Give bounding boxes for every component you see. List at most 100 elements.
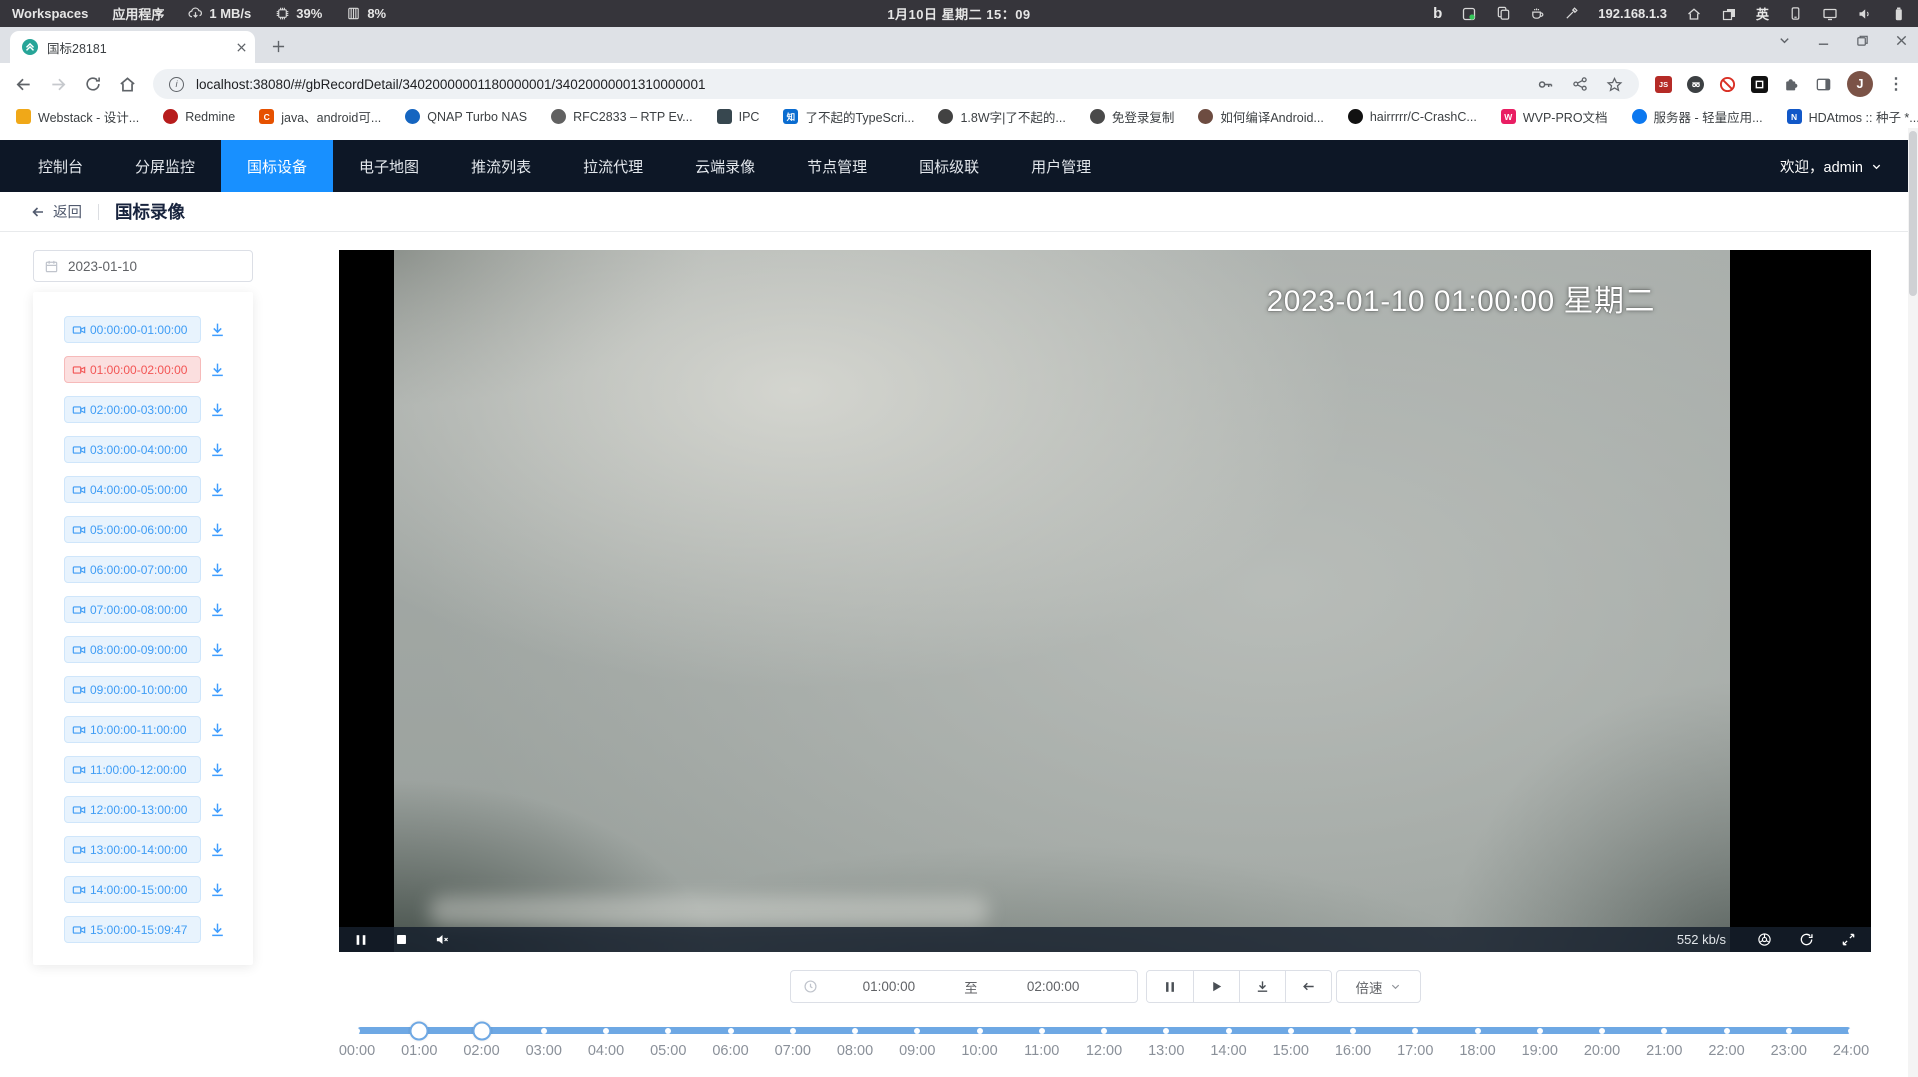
recording-slot-button[interactable]: 03:00:00-04:00:00	[64, 436, 201, 463]
bookmark-item[interactable]: QNAP Turbo NAS	[405, 109, 527, 124]
nav-tab[interactable]: 国标级联	[893, 140, 1005, 192]
nav-tab[interactable]: 拉流代理	[557, 140, 669, 192]
player-refresh-button[interactable]	[1799, 932, 1814, 947]
nav-tab[interactable]: 国标设备	[221, 140, 333, 192]
extensions-puzzle-icon[interactable]	[1783, 76, 1800, 93]
download-slot-button[interactable]	[209, 321, 226, 338]
recording-slot-button[interactable]: 06:00:00-07:00:00	[64, 556, 201, 583]
nav-tab[interactable]: 控制台	[12, 140, 109, 192]
download-slot-button[interactable]	[209, 361, 226, 378]
window-close-icon[interactable]	[1895, 34, 1908, 47]
download-slot-button[interactable]	[209, 641, 226, 658]
recording-slot-button[interactable]: 07:00:00-08:00:00	[64, 596, 201, 623]
download-slot-button[interactable]	[209, 441, 226, 458]
url-text[interactable]: localhost:38080/#/gbRecordDetail/3402000…	[196, 77, 1525, 92]
playback-speed-dropdown[interactable]: 倍速	[1336, 970, 1421, 1003]
bookmark-item[interactable]: 免登录复制	[1090, 107, 1175, 126]
blocker-extension-icon[interactable]	[1719, 76, 1736, 93]
bookmark-item[interactable]: C java、android可...	[259, 107, 381, 126]
recording-slot-button[interactable]: 04:00:00-05:00:00	[64, 476, 201, 503]
back-icon[interactable]	[14, 75, 33, 94]
download-slot-button[interactable]	[209, 761, 226, 778]
nav-tab[interactable]: 电子地图	[333, 140, 445, 192]
browser-home-icon[interactable]	[118, 75, 137, 94]
recording-slot-button[interactable]: 12:00:00-13:00:00	[64, 796, 201, 823]
player-mute-button[interactable]	[435, 932, 450, 947]
range-end-value[interactable]: 02:00:00	[982, 979, 1125, 994]
timeline-start-handle[interactable]	[410, 1021, 429, 1040]
battery-icon[interactable]	[1892, 6, 1906, 22]
recording-slot-button[interactable]: 05:00:00-06:00:00	[64, 516, 201, 543]
page-scrollbar[interactable]	[1908, 128, 1918, 1077]
recording-slot-button[interactable]: 09:00:00-10:00:00	[64, 676, 201, 703]
window-restore-icon[interactable]	[1856, 34, 1869, 47]
scrollbar-thumb[interactable]	[1909, 131, 1917, 296]
app-b-icon[interactable]: b	[1433, 5, 1442, 22]
download-slot-button[interactable]	[209, 521, 226, 538]
forward-icon[interactable]	[49, 75, 68, 94]
time-range-input[interactable]: 01:00:00 至 02:00:00	[790, 970, 1138, 1003]
download-slot-button[interactable]	[209, 721, 226, 738]
browser-menu-icon[interactable]: ⋮	[1888, 74, 1904, 94]
nav-tab[interactable]: 用户管理	[1005, 140, 1117, 192]
recording-slot-button[interactable]: 10:00:00-11:00:00	[64, 716, 201, 743]
window-menu-chevron-icon[interactable]	[1778, 34, 1791, 47]
display-icon[interactable]	[1822, 6, 1838, 22]
tab-close-icon[interactable]	[236, 42, 247, 53]
bookmark-item[interactable]: N HDAtmos :: 种子 *...	[1787, 107, 1918, 126]
welcome-admin-menu[interactable]: 欢迎，admin	[1780, 156, 1882, 177]
video-player[interactable]: 2023-01-10 01:00:00 星期二 552 kb/s	[339, 250, 1871, 952]
notification-window-icon[interactable]	[1461, 6, 1477, 22]
bookmark-star-icon[interactable]	[1606, 76, 1623, 93]
player-stop-button[interactable]	[395, 933, 408, 946]
applications-button[interactable]: 应用程序	[112, 4, 164, 23]
download-slot-button[interactable]	[209, 601, 226, 618]
timeline-end-handle[interactable]	[472, 1021, 491, 1040]
download-recording-button[interactable]	[1239, 971, 1285, 1002]
square-extension-icon[interactable]	[1751, 76, 1768, 93]
bookmark-item[interactable]: IPC	[717, 109, 760, 124]
download-slot-button[interactable]	[209, 841, 226, 858]
nav-tab[interactable]: 节点管理	[781, 140, 893, 192]
clock[interactable]: 1月10日 星期二 15：09	[887, 4, 1030, 23]
bookmark-item[interactable]: 如何编译Android...	[1198, 107, 1324, 126]
bookmark-item[interactable]: 1.8W字|了不起的...	[938, 107, 1065, 126]
reload-icon[interactable]	[84, 75, 102, 93]
workspaces-button[interactable]: Workspaces	[12, 6, 88, 21]
recording-slot-button[interactable]: 15:00:00-15:09:47	[64, 916, 201, 943]
clipboard-copy-icon[interactable]	[1496, 6, 1511, 21]
download-slot-button[interactable]	[209, 681, 226, 698]
bookmark-item[interactable]: 知 了不起的TypeScri...	[783, 107, 914, 126]
recording-slot-button[interactable]: 13:00:00-14:00:00	[64, 836, 201, 863]
coffee-caffeine-icon[interactable]	[1530, 6, 1545, 21]
new-tab-button[interactable]	[265, 33, 291, 59]
range-start-value[interactable]: 01:00:00	[818, 979, 961, 994]
bookmark-item[interactable]: Webstack - 设计...	[16, 107, 139, 126]
recording-slot-button[interactable]: 08:00:00-09:00:00	[64, 636, 201, 663]
bookmark-item[interactable]: W WVP-PRO文档	[1501, 107, 1608, 126]
nav-tab[interactable]: 推流列表	[445, 140, 557, 192]
pause-playback-button[interactable]	[1147, 971, 1193, 1002]
workspaces-overview-icon[interactable]	[1721, 6, 1737, 22]
download-slot-button[interactable]	[209, 921, 226, 938]
phone-link-icon[interactable]	[1788, 6, 1803, 21]
player-pause-button[interactable]	[354, 933, 368, 947]
site-info-icon[interactable]: i	[169, 77, 184, 92]
window-minimize-icon[interactable]	[1817, 34, 1830, 47]
recording-slot-button[interactable]: 02:00:00-03:00:00	[64, 396, 201, 423]
incognito-extension-icon[interactable]	[1687, 76, 1704, 93]
color-picker-icon[interactable]	[1564, 6, 1579, 21]
nav-tab[interactable]: 分屏监控	[109, 140, 221, 192]
password-key-icon[interactable]	[1537, 76, 1554, 93]
address-bar[interactable]: i localhost:38080/#/gbRecordDetail/34020…	[153, 69, 1639, 99]
bookmark-item[interactable]: Redmine	[163, 109, 235, 124]
js-extension-icon[interactable]: JS	[1655, 76, 1672, 93]
recording-slot-button[interactable]: 14:00:00-15:00:00	[64, 876, 201, 903]
play-button[interactable]	[1193, 971, 1239, 1002]
ip-address[interactable]: 192.168.1.3	[1598, 6, 1667, 21]
bookmark-item[interactable]: 服务器 - 轻量应用...	[1632, 107, 1763, 126]
recording-slot-button[interactable]: 01:00:00-02:00:00	[64, 356, 201, 383]
recording-slot-button[interactable]: 00:00:00-01:00:00	[64, 316, 201, 343]
back-button[interactable]: 返回	[30, 201, 82, 222]
share-icon[interactable]	[1572, 76, 1588, 92]
